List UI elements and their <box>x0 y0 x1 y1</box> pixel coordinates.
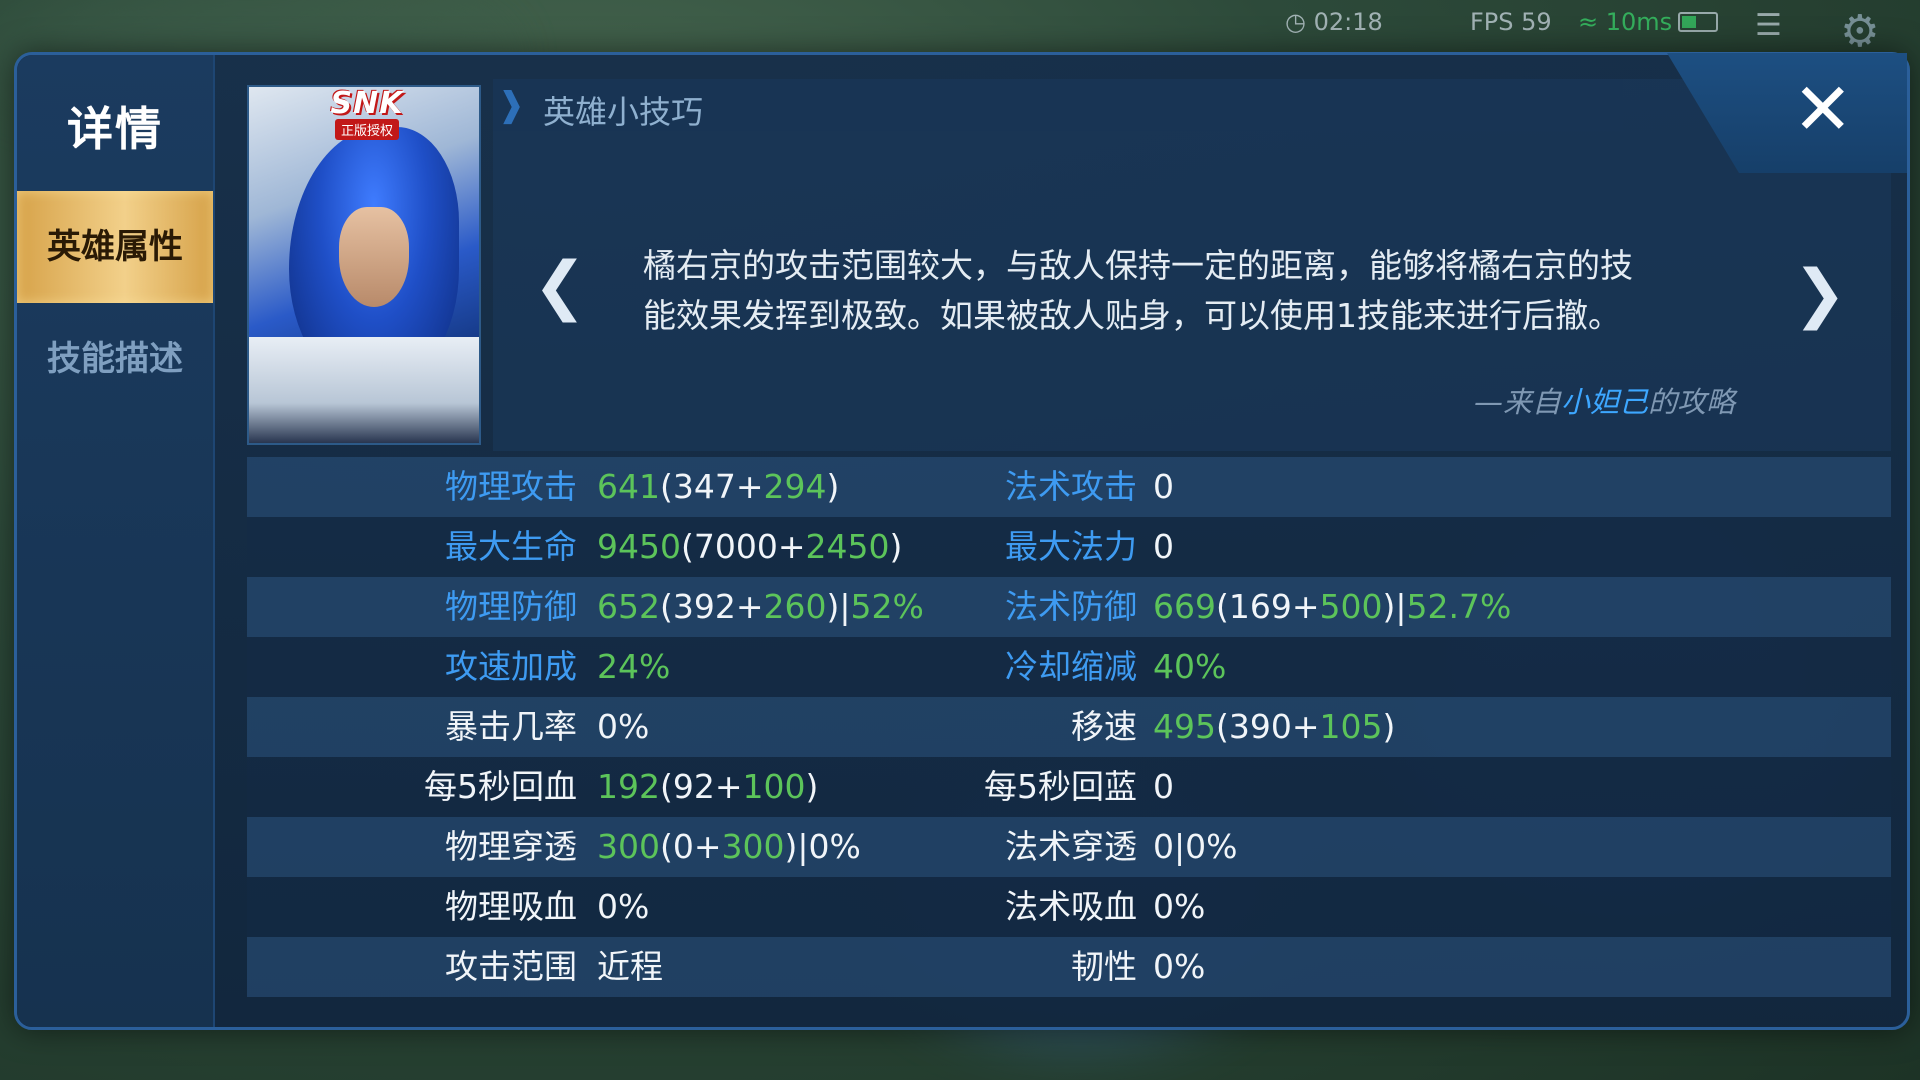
previous-tip-arrow-icon[interactable]: ❮ <box>533 249 587 323</box>
ping-readout: ≈ 10ms <box>1578 8 1673 36</box>
stat-label: 最大法力 <box>1005 527 1137 566</box>
menu-icon[interactable]: ☰ <box>1755 11 1795 41</box>
stat-row: 物理防御 652(392+260)|52% 法术防御 669(169+500)|52.… <box>247 577 1891 637</box>
close-button[interactable]: ✕ <box>1793 67 1853 151</box>
hero-tip-box: ❱ 英雄小技巧 ✕ ❮ ❯ 橘右京的攻击范围较大，与敌人保持一定的距离，能够将橘… <box>493 53 1907 451</box>
stat-value: 652(392+260)|52% <box>597 587 924 626</box>
stat-label: 移速 <box>1071 707 1137 746</box>
stat-row: 每5秒回血 192(92+100) 每5秒回蓝 0 <box>247 757 1891 817</box>
close-button-backdrop <box>1667 53 1907 173</box>
stat-label: 法术攻击 <box>1005 467 1137 506</box>
stat-value: 近程 <box>597 947 663 986</box>
stat-value: 669(169+500)|52.7% <box>1153 587 1512 626</box>
stat-row: 暴击几率 0% 移速 495(390+105) <box>247 697 1891 757</box>
snk-license-logo: SNK 正版授权 <box>330 86 404 140</box>
battery-icon <box>1678 12 1718 32</box>
stat-value: 495(390+105) <box>1153 707 1396 746</box>
tip-header: ❱ 英雄小技巧 <box>493 79 1623 131</box>
stat-label: 法术防御 <box>1005 587 1137 626</box>
sidebar-title: 详情 <box>67 102 163 156</box>
hero-stats-table: 物理攻击 641(347+294) 法术攻击 0 最大生命 9450(7000+2450)… <box>247 457 1891 997</box>
stat-label: 暴击几率 <box>445 707 577 746</box>
stat-label: 每5秒回血 <box>424 767 577 806</box>
next-tip-arrow-icon[interactable]: ❯ <box>1793 257 1847 331</box>
stat-row: 攻速加成 24% 冷却缩减 40% <box>247 637 1891 697</box>
fps-readout: FPS 59 <box>1470 8 1552 36</box>
stat-value: 192(92+100) <box>597 767 819 806</box>
stat-value: 0% <box>1153 947 1206 986</box>
sidebar: 详情 英雄属性 技能描述 <box>17 55 215 1027</box>
stat-label: 物理穿透 <box>445 827 577 866</box>
stat-label: 最大生命 <box>445 527 577 566</box>
hero-details-panel: 详情 英雄属性 技能描述 SNK 正版授权 ❱ 英雄小技巧 ✕ ❮ ❯ 橘右京的… <box>14 52 1910 1030</box>
tip-title: 英雄小技巧 <box>543 93 704 131</box>
portrait-coat <box>249 337 479 443</box>
portrait-face <box>339 207 409 307</box>
stat-label: 冷却缩减 <box>1005 647 1137 686</box>
stat-label: 物理吸血 <box>445 887 577 926</box>
stat-label: 攻速加成 <box>445 647 577 686</box>
stat-row: 攻击范围 近程 韧性 0% <box>247 937 1891 997</box>
tip-text: 橘右京的攻击范围较大，与敌人保持一定的距离，能够将橘右京的技 能效果发挥到极致。… <box>643 241 1763 341</box>
chevron-right-icon: ❱ <box>497 85 526 125</box>
stat-label: 韧性 <box>1071 947 1137 986</box>
stat-value: 0 <box>1153 767 1174 806</box>
stat-value: 300(0+300)|0% <box>597 827 861 866</box>
stat-value: 0% <box>597 887 650 926</box>
stat-value: 0% <box>1153 887 1206 926</box>
stat-value: 9450(7000+2450) <box>597 527 903 566</box>
stat-label: 法术吸血 <box>1005 887 1137 926</box>
stat-label: 法术穿透 <box>1005 827 1137 866</box>
stat-row: 物理穿透 300(0+300)|0% 法术穿透 0|0% <box>247 817 1891 877</box>
tip-author-link[interactable]: 小妲己 <box>1561 385 1648 419</box>
stat-label: 每5秒回蓝 <box>984 767 1137 806</box>
hero-portrait: SNK 正版授权 <box>247 85 481 445</box>
stat-value: 0% <box>597 707 650 746</box>
tab-skill-description[interactable]: 技能描述 <box>17 303 213 415</box>
tip-text-line: 橘右京的攻击范围较大，与敌人保持一定的距离，能够将橘右京的技 <box>643 246 1633 285</box>
top-hud: ◷ 02:18 FPS 59 ≈ 10ms ☰ ⚙ <box>0 0 1920 57</box>
gear-icon[interactable]: ⚙ <box>1840 6 1879 57</box>
stat-label: 攻击范围 <box>445 947 577 986</box>
stat-row: 物理攻击 641(347+294) 法术攻击 0 <box>247 457 1891 517</box>
tip-text-line: 能效果发挥到极致。如果被敌人贴身，可以使用1技能来进行后撤。 <box>643 296 1621 335</box>
stat-value: 0 <box>1153 467 1174 506</box>
tab-hero-attributes[interactable]: 英雄属性 <box>17 191 213 303</box>
stat-value: 40% <box>1153 647 1227 686</box>
stat-value: 0|0% <box>1153 827 1238 866</box>
stat-label: 物理攻击 <box>445 467 577 506</box>
stat-label: 物理防御 <box>445 587 577 626</box>
stat-value: 641(347+294) <box>597 467 840 506</box>
stat-value: 0 <box>1153 527 1174 566</box>
stat-row: 物理吸血 0% 法术吸血 0% <box>247 877 1891 937</box>
match-timer: ◷ 02:18 <box>1285 8 1383 36</box>
stat-row: 最大生命 9450(7000+2450) 最大法力 0 <box>247 517 1891 577</box>
stat-value: 24% <box>597 647 671 686</box>
tip-source: —来自小妲己的攻略 <box>1473 385 1735 419</box>
